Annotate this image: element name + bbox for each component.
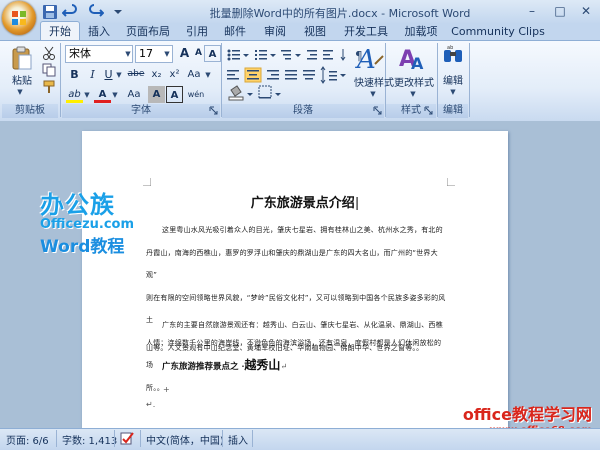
- tab-view[interactable]: 视图: [298, 24, 332, 40]
- svg-text:A: A: [411, 54, 424, 72]
- tab-page-layout[interactable]: 页面布局: [120, 24, 176, 40]
- tab-insert[interactable]: 插入: [82, 24, 116, 40]
- char-shading-button[interactable]: A: [148, 86, 165, 103]
- font-dialog-launcher-icon[interactable]: [209, 106, 218, 115]
- clear-format-button[interactable]: A: [204, 45, 221, 62]
- strikethrough-button[interactable]: abe: [126, 66, 146, 83]
- highlight-dropdown[interactable]: ▼: [82, 87, 92, 103]
- superscript-button[interactable]: x²: [166, 66, 183, 83]
- font-color-button[interactable]: A: [94, 86, 111, 103]
- change-case-2-button[interactable]: Aa: [124, 86, 144, 103]
- document-title[interactable]: 广东旅游景点介绍|: [215, 192, 395, 211]
- recommend-value: 越秀山: [244, 358, 281, 372]
- paragraph-end-mark: ↵.: [146, 400, 156, 409]
- paragraph-2[interactable]: 广东的主要自然旅游景观还有：越秀山、白云山、肇庆七星岩、从化温泉、鼎湖山、西樵 …: [146, 314, 446, 359]
- minimize-button[interactable]: –: [518, 2, 546, 20]
- change-case-button[interactable]: Aa: [184, 66, 204, 83]
- underline-dropdown[interactable]: ▼: [114, 67, 124, 83]
- cut-icon[interactable]: [42, 46, 56, 60]
- editing-dropdown[interactable]: ▼: [448, 84, 458, 100]
- status-separator: [222, 430, 223, 447]
- format-painter-icon[interactable]: [42, 80, 56, 94]
- status-language[interactable]: 中文(简体，中国): [146, 432, 224, 447]
- binoculars-icon[interactable]: ab: [442, 44, 464, 66]
- window-title: 批量删除Word中的所有图片.docx - Microsoft Word: [209, 7, 471, 20]
- tab-community-clips[interactable]: Community Clips: [450, 24, 546, 40]
- status-page[interactable]: 页面: 6/6: [6, 432, 49, 447]
- status-insert-mode[interactable]: 插入: [228, 432, 248, 447]
- font-color-dropdown[interactable]: ▼: [110, 87, 120, 103]
- group-separator: [60, 43, 61, 117]
- change-styles-icon[interactable]: A A: [398, 44, 428, 72]
- font-group-label: 字体: [62, 104, 220, 118]
- status-separator: [56, 430, 57, 447]
- para-line: 广东的主要自然旅游景观还有：越秀山、白云山、肇庆七星岩、从化温泉、鼎湖山、西樵: [162, 321, 443, 329]
- phonetic-guide-button[interactable]: wén: [186, 86, 206, 103]
- svg-text:ab: ab: [447, 45, 453, 51]
- office-logo-icon: [12, 11, 26, 25]
- para-line: 丹霞山，南海的西樵山，惠罗的罗浮山和肇庆的鼎湖山是广东的四大名山，而广州的“世界…: [146, 248, 438, 280]
- font-name-dropdown[interactable]: ▼: [123, 46, 133, 62]
- insertion-mark: +: [163, 385, 170, 394]
- paragraph-group-label: 段落: [222, 104, 384, 118]
- change-styles-dropdown[interactable]: ▼: [408, 86, 418, 102]
- quick-styles-dropdown[interactable]: ▼: [368, 86, 378, 102]
- watermark-brand: 办公族: [40, 191, 115, 219]
- paste-dropdown[interactable]: ▼: [15, 84, 25, 100]
- tab-review[interactable]: 审阅: [258, 24, 292, 40]
- tab-home[interactable]: 开始: [40, 21, 80, 41]
- page-corner-mark: [447, 178, 455, 186]
- clipboard-group-label: 剪贴板: [2, 104, 58, 118]
- para-line: 所。。: [146, 383, 165, 392]
- quick-styles-icon[interactable]: A: [355, 44, 385, 72]
- brand-watermark: 办公族 Officezu.com Word教程: [40, 185, 134, 257]
- close-button[interactable]: ✕: [572, 2, 600, 20]
- svg-text:A: A: [355, 45, 376, 72]
- status-words[interactable]: 字数: 1,413: [62, 432, 117, 447]
- recommend-label: 广东旅游推荐景点之 ·: [162, 362, 245, 372]
- tab-developer[interactable]: 开发工具: [338, 24, 394, 40]
- office-button[interactable]: [2, 1, 36, 35]
- maximize-button[interactable]: □: [546, 2, 574, 20]
- paste-icon[interactable]: [11, 45, 33, 71]
- recommend-heading[interactable]: 广东旅游推荐景点之 ·越秀山↵: [162, 356, 287, 373]
- group-separator: [469, 43, 470, 117]
- tab-addins[interactable]: 加载项: [398, 24, 444, 40]
- font-size-dropdown[interactable]: ▼: [162, 46, 172, 62]
- paragraph-dialog-launcher-icon[interactable]: [373, 106, 382, 115]
- status-separator: [140, 430, 141, 447]
- char-border-button[interactable]: A: [166, 86, 183, 103]
- highlight-button[interactable]: ab: [66, 86, 83, 103]
- status-separator: [252, 430, 253, 447]
- editing-group-label: 编辑: [438, 104, 468, 118]
- watermark-url: Officezu.com: [40, 217, 135, 232]
- undo-icon[interactable]: [62, 4, 78, 20]
- watermark-word: Word教程: [40, 237, 125, 257]
- italic-button[interactable]: I: [84, 66, 101, 83]
- tab-mailings[interactable]: 邮件: [218, 24, 252, 40]
- tab-references[interactable]: 引用: [180, 24, 214, 40]
- proofing-icon[interactable]: [120, 431, 134, 445]
- change-case-dropdown[interactable]: ▼: [203, 67, 213, 83]
- redo-icon[interactable]: [88, 4, 104, 20]
- bold-button[interactable]: B: [66, 66, 83, 83]
- styles-dialog-launcher-icon[interactable]: [424, 106, 433, 115]
- subscript-button[interactable]: x₂: [148, 66, 165, 83]
- page-corner-mark: [143, 178, 151, 186]
- customize-qat-icon[interactable]: [112, 6, 124, 18]
- save-icon[interactable]: [42, 4, 58, 20]
- status-separator: [114, 430, 115, 447]
- para-line: 这里粤山水风光吸引着众人的目光，肇庆七星岩、拥有桂林山之美、杭州水之秀，有北的: [162, 226, 443, 234]
- watermark-site: office教程学习网: [462, 405, 592, 424]
- copy-icon[interactable]: [42, 63, 56, 77]
